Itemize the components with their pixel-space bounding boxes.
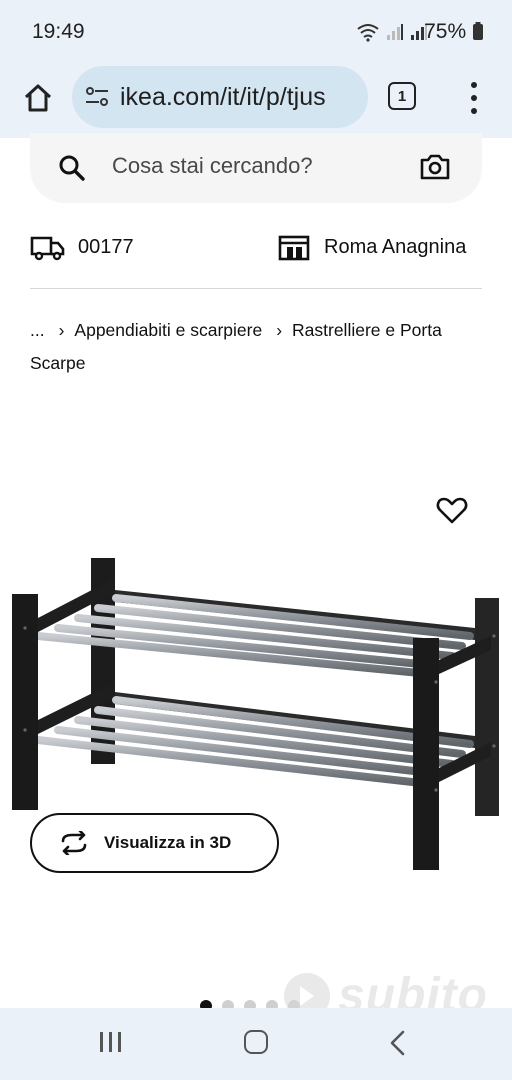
status-time: 19:49 <box>32 20 85 43</box>
system-home-button[interactable] <box>244 1030 268 1054</box>
signal-icon <box>387 24 403 40</box>
camera-search-icon[interactable] <box>420 153 450 181</box>
browser-toolbar: ikea.com/it/it/p/tjus 1 <box>0 62 512 138</box>
back-icon[interactable] <box>388 1030 408 1056</box>
more-menu-icon[interactable] <box>460 80 488 116</box>
tab-switcher-button[interactable]: 1 <box>388 82 416 110</box>
breadcrumb: ... › Appendiabiti e scarpiere › Rastrellier… <box>30 314 490 380</box>
chevron-right-icon: › <box>58 320 65 340</box>
site-settings-icon[interactable] <box>84 85 110 109</box>
favorite-heart-icon[interactable] <box>436 494 468 526</box>
delivery-zip[interactable]: 00177 <box>78 236 134 259</box>
search-icon[interactable] <box>58 154 86 182</box>
wifi-icon <box>357 24 379 42</box>
recent-apps-button[interactable] <box>100 1032 121 1052</box>
breadcrumb-ellipsis[interactable]: ... <box>30 320 45 340</box>
view-3d-button[interactable]: Visualizza in 3D <box>30 813 279 873</box>
status-icons <box>356 20 428 44</box>
location-row: 00177 Roma Anagnina <box>30 228 482 268</box>
store-name[interactable]: Roma Anagnina <box>324 236 466 259</box>
home-button[interactable] <box>18 78 58 118</box>
chevron-right-icon: › <box>276 320 283 340</box>
battery-percent: 75% <box>424 20 467 43</box>
rotate-3d-icon <box>61 831 87 855</box>
status-bar: 19:49 75% <box>0 0 512 62</box>
delivery-truck-icon[interactable] <box>30 234 66 262</box>
battery-icon <box>473 22 483 40</box>
store-icon[interactable] <box>278 234 310 262</box>
view-3d-label: Visualizza in 3D <box>104 833 232 852</box>
battery-status: 75% <box>424 20 484 44</box>
system-nav-bar <box>0 1008 512 1080</box>
search-bar <box>30 133 482 203</box>
url-bar[interactable]: ikea.com/it/it/p/tjus <box>72 66 368 128</box>
divider <box>30 288 482 289</box>
breadcrumb-item[interactable]: Appendiabiti e scarpiere <box>74 320 262 340</box>
url-text[interactable]: ikea.com/it/it/p/tjus <box>120 83 326 112</box>
search-input[interactable] <box>112 153 412 179</box>
home-icon <box>24 84 52 112</box>
